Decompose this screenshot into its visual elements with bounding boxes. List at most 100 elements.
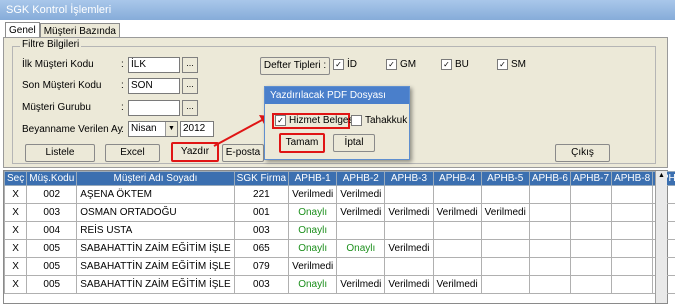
- table-cell: 005: [26, 275, 78, 294]
- table-cell: [569, 203, 613, 222]
- table-cell: [569, 275, 613, 294]
- table-cell: [384, 221, 434, 240]
- column-header[interactable]: Müşteri Adı Soyadı: [76, 171, 235, 186]
- table-cell: 003: [26, 203, 78, 222]
- table-cell: 001: [233, 203, 290, 222]
- table-cell: SABAHATTİN ZAİM EĞİTİM İŞLE: [76, 257, 235, 276]
- table-cell: [528, 185, 571, 204]
- table-cell: [611, 257, 654, 276]
- table-header-row: Seç Müş.Kodu Müşteri Adı Soyadı SGK Firma AP…: [3, 171, 675, 186]
- table-cell: [569, 221, 613, 240]
- column-header[interactable]: SGK Firma: [233, 171, 290, 186]
- table-cell: [432, 257, 482, 276]
- select-cell[interactable]: X: [3, 221, 28, 240]
- hizmet-belgesi-checkbox[interactable]: ✓ Hizmet Belgesi: [275, 115, 356, 126]
- select-cell[interactable]: X: [3, 257, 28, 276]
- select-cell[interactable]: X: [3, 203, 28, 222]
- column-header[interactable]: APHB-5: [480, 171, 530, 186]
- column-header[interactable]: APHB-1: [288, 171, 338, 186]
- table-cell: SABAHATTİN ZAİM EĞİTİM İŞLE: [76, 239, 235, 258]
- column-header[interactable]: APHB-8: [611, 171, 654, 186]
- column-header[interactable]: Seç: [3, 171, 28, 186]
- table-cell: Onaylı: [288, 221, 338, 240]
- column-header[interactable]: Müş.Kodu: [26, 171, 78, 186]
- tahakkuk-checkbox[interactable]: Tahakkuk: [351, 115, 407, 126]
- table-cell: [480, 185, 530, 204]
- table-cell: [569, 185, 613, 204]
- table-cell: Verilmedi: [288, 257, 338, 276]
- table-cell: Verilmedi: [336, 203, 386, 222]
- table-cell: [611, 221, 654, 240]
- table-cell: [528, 203, 571, 222]
- vertical-scrollbar[interactable]: ▲: [655, 171, 667, 303]
- table-cell: [336, 221, 386, 240]
- table-cell: [336, 257, 386, 276]
- column-header[interactable]: APHB-7: [569, 171, 613, 186]
- table-cell: [528, 257, 571, 276]
- pdf-dialog: Yazdırılacak PDF Dosyası ✓ Hizmet Belgesi…: [264, 86, 410, 160]
- table-cell: 002: [26, 185, 78, 204]
- column-header[interactable]: APHB-3: [384, 171, 434, 186]
- table-cell: Onaylı: [336, 239, 386, 258]
- table-cell: [611, 275, 654, 294]
- table-cell: [480, 257, 530, 276]
- table-cell: [480, 239, 530, 258]
- table-cell: [432, 239, 482, 258]
- scroll-up-icon[interactable]: ▲: [656, 171, 667, 181]
- pdf-dialog-title: Yazdırılacak PDF Dosyası: [265, 87, 409, 104]
- table-cell: [528, 221, 571, 240]
- table-cell: Onaylı: [288, 203, 338, 222]
- table-cell: [480, 221, 530, 240]
- table-cell: [569, 239, 613, 258]
- table-cell: 004: [26, 221, 78, 240]
- table-cell: OSMAN ORTADOĞU: [76, 203, 235, 222]
- table-cell: [432, 221, 482, 240]
- table-cell: Verilmedi: [336, 275, 386, 294]
- table-cell: [528, 239, 571, 258]
- results-grid: Seç Müş.Kodu Müşteri Adı Soyadı SGK Firma AP…: [3, 170, 675, 304]
- table-cell: Verilmedi: [384, 239, 434, 258]
- table-cell: [480, 275, 530, 294]
- table-cell: Verilmedi: [288, 185, 338, 204]
- checkbox-checked-icon: ✓: [275, 115, 286, 126]
- table-cell: [611, 203, 654, 222]
- checkbox-empty-icon: [351, 115, 362, 126]
- results-table: Seç Müş.Kodu Müşteri Adı Soyadı SGK Firma AP…: [3, 171, 675, 294]
- table-cell: SABAHATTİN ZAİM EĞİTİM İŞLE: [76, 275, 235, 294]
- column-header[interactable]: APHB-4: [432, 171, 482, 186]
- table-cell: Verilmedi: [480, 203, 530, 222]
- column-header[interactable]: APHB-6: [528, 171, 571, 186]
- tamam-button[interactable]: Tamam: [279, 133, 325, 153]
- table-row[interactable]: X 005 SABAHATTİN ZAİM EĞİTİM İŞLE 079 Verilm…: [3, 257, 675, 276]
- table-cell: 005: [26, 239, 78, 258]
- table-cell: Verilmedi: [384, 275, 434, 294]
- select-cell[interactable]: X: [3, 185, 28, 204]
- select-cell[interactable]: X: [3, 239, 28, 258]
- table-cell: Verilmedi: [432, 275, 482, 294]
- iptal-button[interactable]: İptal: [333, 134, 375, 152]
- table-cell: AŞENA ÖKTEM: [76, 185, 235, 204]
- table-cell: Verilmedi: [432, 203, 482, 222]
- table-row[interactable]: X 005 SABAHATTİN ZAİM EĞİTİM İŞLE 065 Onaylı…: [3, 239, 675, 258]
- table-cell: [611, 185, 654, 204]
- table-cell: 079: [233, 257, 290, 276]
- table-cell: 003: [233, 275, 290, 294]
- table-row[interactable]: X 005 SABAHATTİN ZAİM EĞİTİM İŞLE 003 Onaylı…: [3, 275, 675, 294]
- column-header[interactable]: APHB-2: [336, 171, 386, 186]
- table-cell: [384, 257, 434, 276]
- table-cell: Verilmedi: [384, 203, 434, 222]
- table-cell: [528, 275, 571, 294]
- table-row[interactable]: X 004 REİS USTA 003 Onaylı: [3, 221, 675, 240]
- table-cell: 005: [26, 257, 78, 276]
- table-cell: 003: [233, 221, 290, 240]
- table-cell: Onaylı: [288, 239, 338, 258]
- table-cell: [432, 185, 482, 204]
- table-row[interactable]: X 003 OSMAN ORTADOĞU 001 Onaylı Verilmedi Veri…: [3, 203, 675, 222]
- table-cell: [611, 239, 654, 258]
- table-cell: [384, 185, 434, 204]
- table-row[interactable]: X 002 AŞENA ÖKTEM 221 Verilmedi Verilmedi: [3, 185, 675, 204]
- table-cell: [569, 257, 613, 276]
- table-cell: Verilmedi: [336, 185, 386, 204]
- select-cell[interactable]: X: [3, 275, 28, 294]
- table-cell: 221: [233, 185, 290, 204]
